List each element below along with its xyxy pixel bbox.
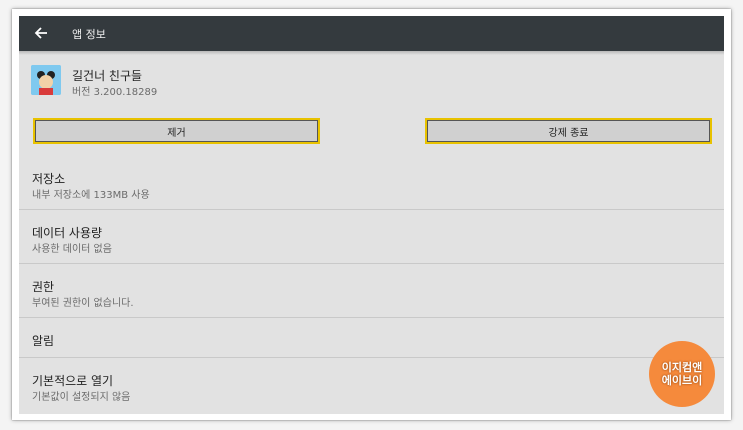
app-info-screen: 앱 정보 길건너 친구들 버전 3.200.18289 제거 강제 종료 저장소… (19, 16, 724, 414)
force-stop-button-label: 강제 종료 (548, 127, 589, 139)
item-subtitle: 기본값이 설정되지 않음 (32, 392, 131, 403)
data-usage-item[interactable]: 데이터 사용량 사용한 데이터 없음 (19, 210, 724, 263)
watermark-line-1: 이지컴앤 (661, 361, 703, 374)
page-title: 앱 정보 (72, 28, 106, 41)
uninstall-button-label: 제거 (167, 127, 186, 139)
app-bar-shadow (19, 51, 724, 55)
watermark-line-2: 에이브이 (661, 374, 703, 387)
item-title: 저장소 (32, 172, 66, 186)
item-subtitle: 부여된 권한이 없습니다. (32, 298, 134, 309)
storage-item[interactable]: 저장소 내부 저장소에 133MB 사용 (19, 156, 724, 209)
app-icon (31, 65, 61, 95)
item-title: 권한 (32, 280, 55, 294)
notifications-item[interactable]: 알림 (19, 318, 724, 357)
app-name: 길건너 친구들 (72, 69, 143, 83)
force-stop-button[interactable]: 강제 종료 (425, 118, 712, 144)
item-subtitle: 사용한 데이터 없음 (32, 244, 112, 255)
arrow-left-icon[interactable] (33, 25, 49, 41)
open-by-default-item[interactable]: 기본적으로 열기 기본값이 설정되지 않음 (19, 358, 724, 414)
item-title: 기본적으로 열기 (32, 374, 114, 388)
item-title: 알림 (32, 334, 55, 348)
item-subtitle: 내부 저장소에 133MB 사용 (32, 190, 150, 201)
app-bar: 앱 정보 (19, 16, 724, 51)
permissions-item[interactable]: 권한 부여된 권한이 없습니다. (19, 264, 724, 317)
item-title: 데이터 사용량 (32, 226, 103, 240)
uninstall-button[interactable]: 제거 (33, 118, 320, 144)
watermark-badge: 이지컴앤 에이브이 (649, 341, 715, 407)
app-version: 버전 3.200.18289 (72, 87, 158, 98)
